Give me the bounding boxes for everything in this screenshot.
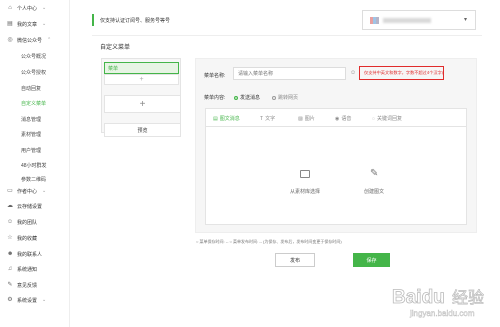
sidebar-item-favorites[interactable]: ☆ 我的收藏 xyxy=(7,233,37,243)
tab-news[interactable]: ▤ 图文消息 xyxy=(213,115,240,122)
notice-accent-bar xyxy=(92,14,94,26)
chevron-down-icon: ⌄ xyxy=(42,188,47,194)
tab-keyword-reply[interactable]: ◌ 关键词回复 xyxy=(372,115,402,122)
sidebar-item-label: 我的文章 xyxy=(17,21,38,28)
tab-voice[interactable]: ◉ 语音 xyxy=(335,115,351,122)
team-icon: ☺ xyxy=(7,219,14,225)
menu-name-input[interactable] xyxy=(233,67,346,80)
subitem-qrcode[interactable]: 参数二维码 xyxy=(21,174,46,184)
sidebar-item-team[interactable]: ☺ 我的团队 xyxy=(7,217,37,227)
folder-icon[interactable] xyxy=(300,170,310,178)
name-rule-hint: 仅支持中英文和数字，字数不超过4个汉字或8个字母 xyxy=(359,66,444,80)
sidebar-item-author-center[interactable]: ▭ 作者中心 ⌄ xyxy=(7,186,46,196)
chevron-down-icon: ▾ xyxy=(463,17,467,23)
news-icon: ▤ xyxy=(213,116,218,122)
account-selector[interactable]: ▾ xyxy=(362,10,476,30)
add-submenu-button[interactable]: + xyxy=(104,74,179,85)
sidebar-item-label: 我的团队 xyxy=(17,219,38,226)
sidebar-item-settings[interactable]: ⚙ 系统设置 ⌄ xyxy=(7,295,46,305)
subitem-auto-reply[interactable]: 自动回复 xyxy=(21,83,41,93)
account-logo xyxy=(370,17,379,24)
save-button[interactable]: 保存 xyxy=(353,253,390,267)
select-from-library-link[interactable]: 从素材库选择 xyxy=(290,188,320,195)
subitem-custom-menu[interactable]: 自定义菜单 xyxy=(21,98,46,108)
subitem-authorize[interactable]: 公众号授权 xyxy=(21,67,46,77)
sidebar-item-contacts[interactable]: ☻ 我的联系人 xyxy=(7,249,42,259)
sidebar-item-label: 个人中心 xyxy=(17,5,38,12)
image-icon: ▨ xyxy=(298,116,303,122)
sidebar-item-wechat[interactable]: ◎ 微信公众号 ⌃ xyxy=(7,35,51,45)
tab-label: 文字 xyxy=(265,116,276,122)
tab-label: 图文消息 xyxy=(219,116,240,122)
watermark-brand: Baidu xyxy=(392,287,445,308)
subitem-mass-send[interactable]: 48小时群发 xyxy=(21,160,47,170)
sidebar-item-label: 云存储设置 xyxy=(17,203,43,210)
tab-label: 图片 xyxy=(304,116,315,122)
menu-name-label: 菜单名称: xyxy=(204,73,226,79)
radio-unselected-icon xyxy=(272,95,276,100)
tab-text[interactable]: T 文字 xyxy=(260,115,275,122)
subitem-materials[interactable]: 素材管理 xyxy=(21,129,41,139)
document-icon: ▤ xyxy=(7,21,13,27)
cloud-icon: ☁ xyxy=(7,203,13,209)
chevron-down-icon: ⌄ xyxy=(42,297,47,303)
tab-label: 语音 xyxy=(341,116,352,122)
sidebar-item-label: 我的联系人 xyxy=(17,251,43,258)
sidebar-item-my-articles[interactable]: ▤ 我的文章 ⌄ xyxy=(7,19,46,29)
menu-item-selected[interactable]: 菜单 xyxy=(104,62,179,74)
support-notice: 仅支持认证订阅号、服务号等号 xyxy=(100,18,171,24)
emoji-icon[interactable]: ☺ xyxy=(350,70,356,76)
contacts-icon: ☻ xyxy=(7,251,14,257)
keyword-icon: ◌ xyxy=(372,116,375,122)
sidebar-item-personal-center[interactable]: ⌂ 个人中心 ⌄ xyxy=(7,3,46,13)
watermark-url: jingyan.baidu.com xyxy=(409,309,475,318)
star-icon: ☆ xyxy=(7,235,13,241)
add-menu-button[interactable]: + xyxy=(104,95,181,113)
watermark-cn: 经验 xyxy=(452,288,484,307)
voice-icon: ◉ xyxy=(335,116,340,122)
author-icon: ▭ xyxy=(7,188,13,194)
radio-selected-icon xyxy=(234,95,238,100)
sidebar-item-notifications[interactable]: ♫ 系统通知 xyxy=(7,264,37,274)
sidebar-item-label: 系统通知 xyxy=(17,266,38,273)
chevron-down-icon: ⌄ xyxy=(42,5,47,11)
subitem-overview[interactable]: 公众号概况 xyxy=(21,51,46,61)
feedback-icon: ✎ xyxy=(7,282,13,288)
page-title: 自定义菜单 xyxy=(100,45,131,51)
radio-send-message[interactable]: 发送消息 xyxy=(234,94,260,101)
account-name-blurred xyxy=(383,18,431,23)
sidebar-item-cloud[interactable]: ☁ 云存储设置 xyxy=(7,201,42,211)
publish-button[interactable]: 发布 xyxy=(275,253,315,267)
menu-content-label: 菜单内容: xyxy=(204,95,226,101)
gear-icon: ⚙ xyxy=(7,297,13,303)
text-icon: T xyxy=(260,116,264,122)
preview-button[interactable]: 预览 xyxy=(104,123,181,137)
bell-icon: ♫ xyxy=(7,266,13,272)
sidebar-item-label: 系统设置 xyxy=(17,297,38,304)
subitem-messages[interactable]: 消息管理 xyxy=(21,114,41,124)
divider xyxy=(92,35,482,36)
radio-jump-webpage[interactable]: 跳转网页 xyxy=(272,94,298,101)
sidebar-item-feedback[interactable]: ✎ 意见反馈 xyxy=(7,280,37,290)
tab-label: 关键词回复 xyxy=(376,116,402,122)
sidebar-item-label: 作者中心 xyxy=(17,188,38,195)
radio-label: 发送消息 xyxy=(240,95,261,101)
tab-image[interactable]: ▨ 图片 xyxy=(298,115,315,122)
wechat-icon: ◎ xyxy=(7,37,13,43)
home-icon: ⌂ xyxy=(8,5,12,11)
sidebar-item-label: 意见反馈 xyxy=(17,282,38,289)
edit-icon[interactable]: ✎ xyxy=(370,168,378,179)
baidu-jingyan-watermark: Baidu 经验 jingyan.baidu.com xyxy=(392,287,485,319)
sidebar-item-label: 我的收藏 xyxy=(17,235,38,242)
create-article-link[interactable]: 创建图文 xyxy=(364,188,384,195)
chevron-up-icon: ⌃ xyxy=(47,37,52,43)
chevron-down-icon: ⌄ xyxy=(42,21,47,27)
sidebar-item-label: 微信公众号 xyxy=(17,37,43,44)
save-publish-time-note: ○ 菜单保存时间: -- ○ 菜单发布时间: -- (为保存、发布后，发布时间变… xyxy=(196,239,342,244)
radio-label: 跳转网页 xyxy=(278,95,299,101)
subitem-users[interactable]: 用户管理 xyxy=(21,145,41,155)
